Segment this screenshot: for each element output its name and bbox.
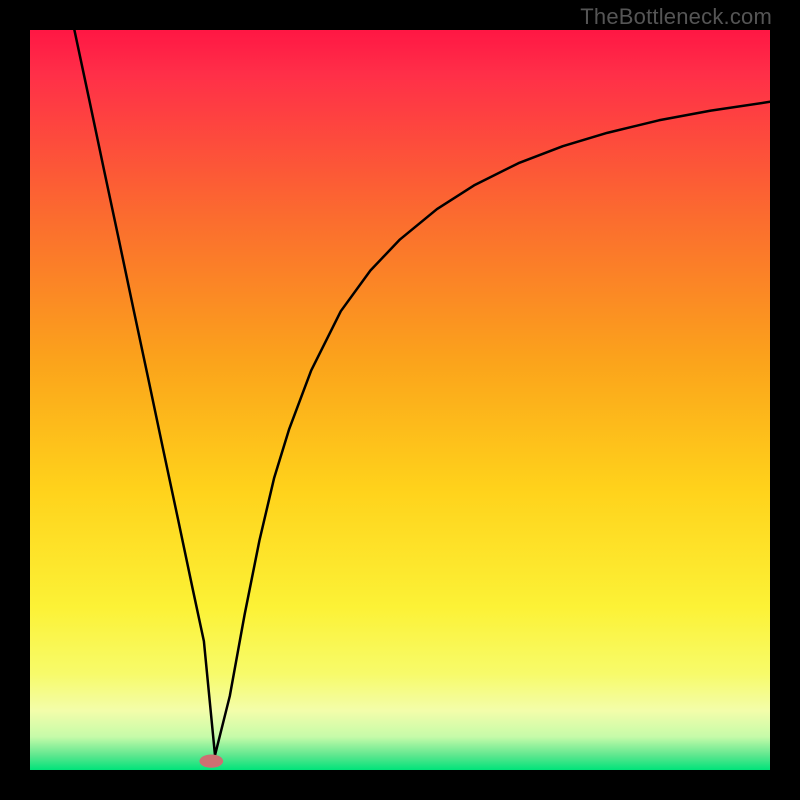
chart-background-gradient [30,30,770,770]
optimal-point-marker [199,754,223,767]
plot-area [30,30,770,770]
chart-svg [30,30,770,770]
chart-container: TheBottleneck.com [0,0,800,800]
watermark-text: TheBottleneck.com [580,4,772,30]
